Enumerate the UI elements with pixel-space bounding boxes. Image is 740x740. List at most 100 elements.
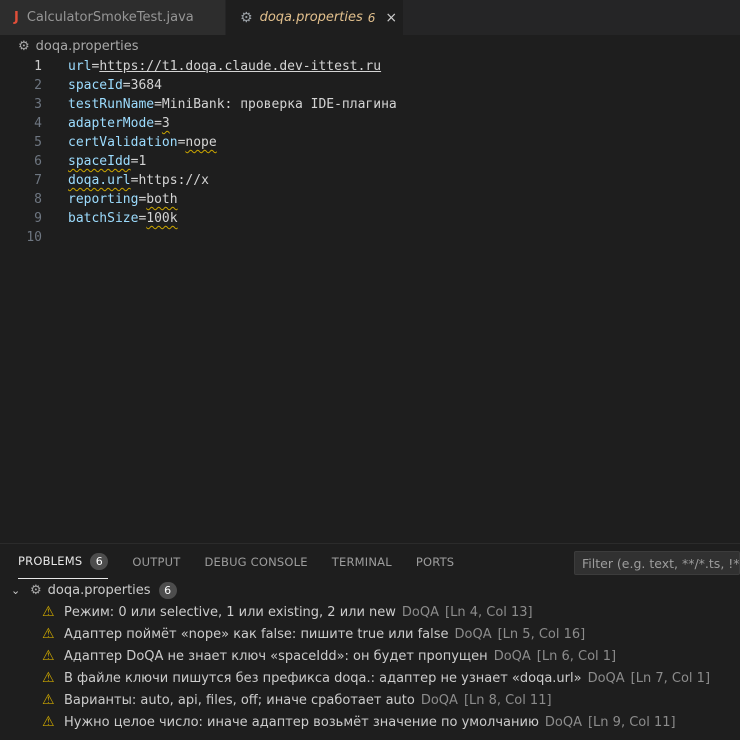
line-number: 3 <box>34 97 42 112</box>
problem-text: В файле ключи пишутся без префикса doqa.… <box>64 671 710 686</box>
line-number: 7 <box>34 173 42 188</box>
breadcrumb-file[interactable]: doqa.properties <box>36 39 139 54</box>
editor-tab-bar: J CalculatorSmokeTest.java ⚙ doqa.proper… <box>0 0 740 35</box>
property-key: spaceId <box>68 78 123 93</box>
warning-icon: ⚠ <box>42 604 55 620</box>
code-line: 1 url=https://t1.doqa.claude.dev-ittest.… <box>0 57 740 76</box>
problem-item[interactable]: ⚠ Режим: 0 или selective, 1 или existing… <box>0 601 740 623</box>
problems-filter-input[interactable]: Filter (e.g. text, **/*.ts, !**/node_mod… <box>574 551 740 575</box>
property-key: spaceIdd <box>68 154 131 169</box>
problems-file-group[interactable]: ⌄ ⚙ doqa.properties 6 <box>0 579 740 601</box>
property-key: doqa.url <box>68 173 131 188</box>
gear-icon: ⚙ <box>18 38 30 54</box>
line-content: adapterMode=3 <box>68 116 170 131</box>
code-line: 5 certValidation=nope <box>0 133 740 152</box>
tab-terminal[interactable]: TERMINAL <box>332 544 392 579</box>
problem-text: Режим: 0 или selective, 1 или existing, … <box>64 605 533 620</box>
warning-icon: ⚠ <box>42 626 55 642</box>
line-content: certValidation=nope <box>68 135 217 150</box>
chevron-down-icon[interactable]: ⌄ <box>11 584 23 597</box>
line-content: spaceId=3684 <box>68 78 162 93</box>
property-key: adapterMode <box>68 116 155 131</box>
problem-source: DoQA <box>587 670 625 686</box>
code-line: 8 reporting=both <box>0 190 740 209</box>
code-line: 10 <box>0 228 740 247</box>
problem-location: [Ln 7, Col 1] <box>630 670 711 686</box>
code-line: 3 testRunName=MiniBank: проверка IDE-пла… <box>0 95 740 114</box>
gear-icon: ⚙ <box>30 582 42 598</box>
problem-item[interactable]: ⚠ Адаптер DoQA не знает ключ «spaceIdd»:… <box>0 645 740 667</box>
line-content: url=https://t1.doqa.claude.dev-ittest.ru <box>68 59 381 74</box>
property-key: testRunName <box>68 97 155 112</box>
tab-label: OUTPUT <box>132 554 181 569</box>
line-number: 8 <box>34 192 42 207</box>
problem-item[interactable]: ⚠ Варианты: auto, api, files, off; иначе… <box>0 689 740 711</box>
problem-message: Режим: 0 или selective, 1 или existing, … <box>64 604 396 620</box>
tab-label: CalculatorSmokeTest.java <box>26 10 194 25</box>
warning-icon: ⚠ <box>42 648 55 664</box>
equals-sign: = <box>122 78 131 93</box>
problem-message: Нужно целое число: иначе адаптер возьмёт… <box>64 714 539 730</box>
code-line: 6 spaceIdd=1 <box>0 152 740 171</box>
equals-sign: = <box>154 97 162 112</box>
code-line: 9 batchSize=100k <box>0 209 740 228</box>
problem-source: DoQA <box>544 714 582 730</box>
property-key: url <box>68 59 92 74</box>
tab-problems[interactable]: PROBLEMS 6 <box>18 544 109 579</box>
problem-location: [Ln 8, Col 11] <box>463 692 552 708</box>
property-value[interactable]: https://t1.doqa.claude.dev-ittest.ru <box>99 59 381 74</box>
tab-output[interactable]: OUTPUT <box>132 544 180 579</box>
tab-calculator-smoke-test[interactable]: J CalculatorSmokeTest.java <box>0 0 226 35</box>
problem-source: DoQA <box>493 648 531 664</box>
warning-icon: ⚠ <box>42 670 55 686</box>
line-content: reporting=both <box>68 192 178 207</box>
line-content: testRunName=MiniBank: проверка IDE-плаги… <box>68 97 397 112</box>
problem-item[interactable]: ⚠ Нужно целое число: иначе адаптер возьм… <box>0 711 740 733</box>
tab-doqa-properties[interactable]: ⚙ doqa.properties 6 × <box>226 0 403 35</box>
line-number: 9 <box>34 211 42 226</box>
tab-label: PORTS <box>415 554 455 569</box>
problem-message: Адаптер DoQA не знает ключ «spaceIdd»: о… <box>64 648 488 664</box>
filter-placeholder: Filter (e.g. text, **/*.ts, !**/node_mod… <box>582 555 740 571</box>
code-line: 2 spaceId=3684 <box>0 76 740 95</box>
tab-ports[interactable]: PORTS <box>416 544 454 579</box>
line-number: 4 <box>34 116 42 131</box>
bottom-panel: PROBLEMS 6 OUTPUT DEBUG CONSOLE TERMINAL… <box>0 543 740 740</box>
group-count-badge: 6 <box>158 581 177 599</box>
problem-source: DoQA <box>454 626 492 642</box>
line-number: 10 <box>26 230 42 245</box>
property-value: 100k <box>146 211 178 226</box>
property-value: 3684 <box>130 78 162 93</box>
property-value: both <box>146 192 178 207</box>
gear-icon: ⚙ <box>240 9 253 26</box>
property-key: reporting <box>68 192 139 207</box>
property-value: MiniBank: проверка IDE-плагина <box>161 97 397 112</box>
problem-text: Адаптер DoQA не знает ключ «spaceIdd»: о… <box>64 649 616 664</box>
problem-text: Адаптер поймёт «nope» как false: пишите … <box>64 627 585 642</box>
close-icon[interactable]: × <box>385 10 397 26</box>
problem-location: [Ln 9, Col 11] <box>587 714 676 730</box>
tab-debug-console[interactable]: DEBUG CONSOLE <box>204 544 307 579</box>
property-key: batchSize <box>68 211 139 226</box>
group-file-name: doqa.properties <box>47 582 151 598</box>
property-value: 3 <box>161 116 170 131</box>
problem-text: Нужно целое число: иначе адаптер возьмёт… <box>64 715 676 730</box>
problem-message: Варианты: auto, api, files, off; иначе с… <box>64 692 415 708</box>
line-content: spaceIdd=1 <box>68 154 146 169</box>
tab-label: doqa.properties <box>259 10 363 25</box>
property-key: certValidation <box>68 135 178 150</box>
tab-problem-count: 6 <box>367 10 376 25</box>
line-number: 2 <box>34 78 42 93</box>
problem-location: [Ln 5, Col 16] <box>497 626 586 642</box>
problem-source: DoQA <box>401 604 440 620</box>
code-editor[interactable]: 1 url=https://t1.doqa.claude.dev-ittest.… <box>0 57 740 543</box>
equals-sign: = <box>154 116 162 131</box>
property-value: 1 <box>138 154 147 169</box>
java-file-icon: J <box>14 10 19 25</box>
problem-item[interactable]: ⚠ Адаптер поймёт «nope» как false: пишит… <box>0 623 740 645</box>
problem-location: [Ln 4, Col 13] <box>445 604 533 620</box>
problem-item[interactable]: ⚠ В файле ключи пишутся без префикса doq… <box>0 667 740 689</box>
tab-label: DEBUG CONSOLE <box>204 554 308 569</box>
problem-message: Адаптер поймёт «nope» как false: пишите … <box>64 626 449 642</box>
property-value: https://x <box>138 173 209 188</box>
